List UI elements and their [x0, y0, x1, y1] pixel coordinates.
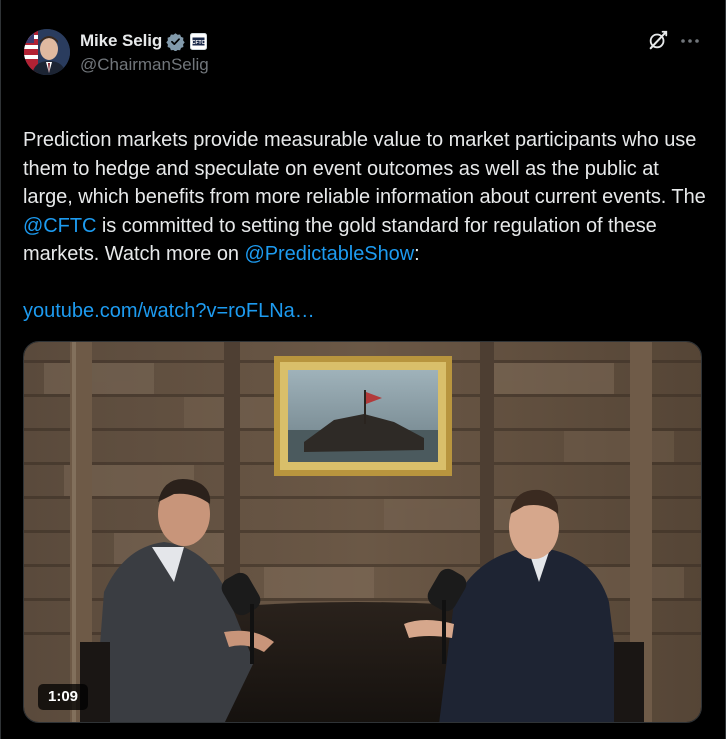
author-name-row: Mike Selig CFTC — [80, 30, 208, 52]
cftc-badge-text: CFTC — [192, 40, 206, 46]
youtube-link[interactable]: youtube.com/watch?v=roFLNa… — [23, 297, 315, 325]
mention-cftc-link[interactable]: @CFTC — [23, 215, 96, 237]
avatar[interactable] — [24, 29, 70, 75]
tweet-text-part-3: : — [414, 243, 420, 266]
verified-badge-icon — [166, 32, 185, 52]
video-thumbnail — [24, 342, 701, 722]
author-display-name[interactable]: Mike Selig — [80, 31, 162, 51]
tweet-text-part-1: Prediction markets provide measurable va… — [23, 129, 706, 209]
tweet-header: Mike Selig CFTC @ChairmanSelig — [24, 26, 704, 78]
cftc-affiliation-badge-icon[interactable]: CFTC — [190, 32, 208, 50]
mention-predictableshow-link[interactable]: @PredictableShow — [245, 243, 415, 265]
author-handle[interactable]: @ChairmanSelig — [80, 55, 209, 75]
more-options-icon[interactable] — [678, 30, 702, 52]
tweet-text: Prediction markets provide measurable va… — [23, 126, 708, 269]
frame-border-left — [0, 0, 1, 739]
video-duration-badge: 1:09 — [38, 684, 89, 710]
grok-icon[interactable] — [647, 29, 669, 51]
video-player[interactable]: 1:09 — [23, 341, 702, 723]
